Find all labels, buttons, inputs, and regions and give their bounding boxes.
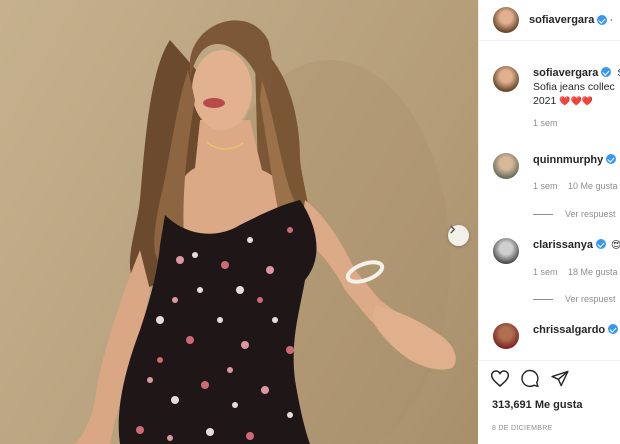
author-username[interactable]: sofiavergara (529, 14, 594, 26)
comment: chrissalgardo (493, 323, 620, 349)
caption-text: Sofia jeans collec (533, 81, 615, 93)
comment-likes[interactable]: 10 Me gusta (568, 181, 618, 191)
more-dot[interactable]: · (609, 14, 613, 26)
comment-username[interactable]: chrissalgardo (533, 324, 605, 336)
comment-time[interactable]: 1 sem (533, 181, 558, 191)
verified-icon (606, 154, 617, 164)
view-replies[interactable]: Ver respuest (533, 209, 616, 219)
comment-time[interactable]: 1 sem (533, 267, 558, 277)
verified-icon (595, 239, 606, 249)
comment-likes[interactable]: 18 Me gusta (568, 267, 618, 277)
next-photo-button[interactable] (448, 225, 469, 246)
caption-time[interactable]: 1 sem (533, 118, 620, 128)
post-photo (75, 20, 456, 444)
comment: quinnmurphy 1 sem 10 Me gusta (493, 153, 620, 191)
caption-username[interactable]: sofiavergara (533, 67, 598, 79)
post-actions: 313,691 Me gusta 8 DE DICIEMBRE (478, 360, 620, 444)
post-date: 8 DE DICIEMBRE (492, 425, 553, 432)
chevron-right-icon (450, 225, 456, 234)
post-media[interactable] (0, 0, 478, 444)
heart-icon[interactable] (490, 369, 510, 388)
like-count[interactable]: 313,691 Me gusta (492, 399, 583, 411)
divider (533, 213, 553, 215)
view-replies-label[interactable]: Ver respuest (565, 294, 616, 304)
verified-icon (597, 15, 608, 25)
comment-emoji: 😍 (611, 240, 620, 251)
verified-icon (601, 67, 612, 77)
post-header: sofiavergara · (479, 0, 620, 41)
comment: clarissanya 😍 1 sem 18 Me gusta (493, 238, 620, 277)
avatar[interactable] (493, 323, 519, 349)
heart-emojis: ❤️❤️❤️ (559, 96, 593, 106)
divider (533, 298, 553, 300)
view-replies-label[interactable]: Ver respuest (565, 209, 616, 219)
avatar[interactable] (493, 153, 519, 179)
share-icon[interactable] (550, 369, 570, 388)
comment-username[interactable]: quinnmurphy (533, 154, 603, 166)
comment-icon[interactable] (520, 369, 540, 388)
verified-icon (608, 324, 619, 334)
avatar[interactable] (493, 7, 519, 33)
caption-year: 2021 (533, 95, 557, 107)
avatar[interactable] (493, 66, 519, 92)
view-replies[interactable]: Ver respuest (533, 294, 616, 304)
caption: sofiavergara Sl Sofia jeans collec 2021 … (493, 66, 620, 128)
comment-username[interactable]: clarissanya (533, 239, 593, 251)
avatar[interactable] (493, 238, 519, 264)
